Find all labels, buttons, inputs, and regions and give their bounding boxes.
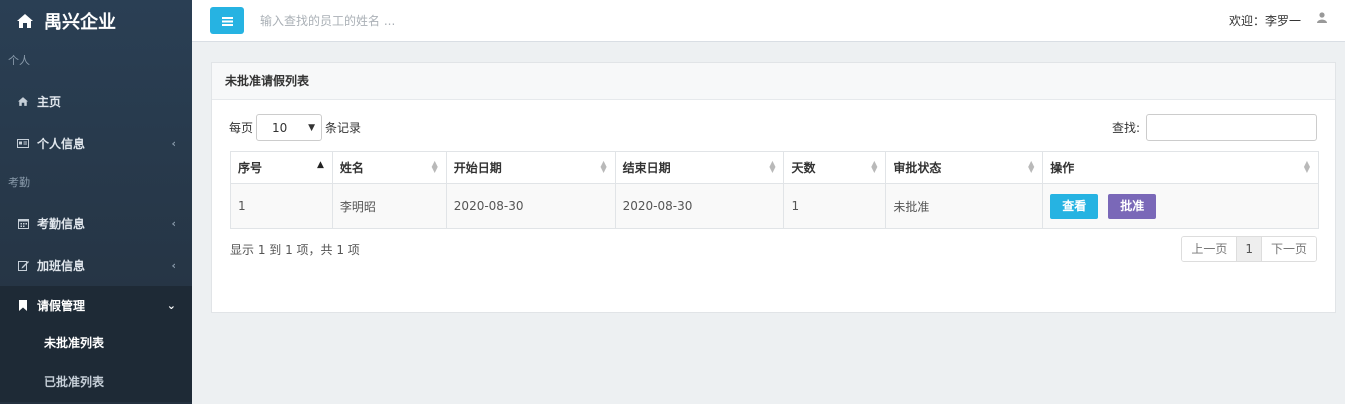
column-label: 审批状态 (893, 161, 942, 175)
bookmark-icon (17, 299, 29, 311)
sidebar-subitem-approved[interactable]: 已批准列表 (0, 363, 192, 402)
employee-search-input[interactable] (260, 13, 660, 28)
sidebar-item-leave[interactable]: 请假管理 ⌄ (0, 286, 192, 324)
edit-icon (17, 260, 29, 271)
hamburger-icon (221, 13, 233, 29)
sort-icon: ▲ ▼ (1303, 159, 1310, 174)
chevron-down-icon: ⌄ (166, 298, 176, 312)
leave-table: 序号 ▲ 姓名 ▲ ▼ 开始日期 ▲ ▼ 结束日期 ▲ ▼ 天数 ▲ ▼ 审批状态 ▲ ▼ 操作 ▲ ▼ … (230, 151, 1319, 229)
leave-list-panel: 未批准请假列表 每页 10 ▼ 条记录 查找: 序号 ▲ 姓名 ▲ ▼ 开始日期 ▲ ▼ … (211, 62, 1336, 313)
column-header-id[interactable]: 序号 ▲ (230, 151, 333, 184)
leave-submenu: 未批准列表 已批准列表 (0, 324, 192, 402)
cell-name: 李明昭 (331, 183, 447, 229)
sidebar-subitem-unapproved[interactable]: 未批准列表 (0, 324, 192, 363)
topbar: 欢迎：李罗一 (192, 0, 1345, 42)
table-filter: 查找: (1112, 114, 1317, 141)
cell-id: 1 (230, 183, 333, 229)
section-label-attendance: 考勤 (8, 176, 30, 189)
sidebar-item-label: 加班信息 (37, 258, 86, 273)
user-icon[interactable] (1317, 12, 1327, 26)
sidebar-item-label: 个人信息 (37, 136, 86, 151)
id-card-icon (17, 138, 29, 148)
column-label: 操作 (1050, 161, 1075, 175)
length-suffix: 条记录 (325, 121, 362, 135)
caret-down-icon: ▼ (308, 122, 316, 133)
sidebar: 禺兴企业 个人 主页 个人信息 ‹ 考勤 考勤信息 ‹ 加班信息 ‹ 请假管理 … (0, 0, 192, 404)
view-button[interactable]: 查看 (1050, 193, 1099, 219)
column-label: 天数 (791, 161, 816, 175)
column-header-status[interactable]: 审批状态 ▲ ▼ (885, 151, 1044, 184)
cell-status: 未批准 (885, 183, 1044, 229)
sort-icon: ▲ ▼ (431, 159, 438, 174)
approve-button[interactable]: 批准 (1108, 193, 1157, 219)
table-info: 显示 1 到 1 项，共 1 项 (230, 243, 360, 257)
cell-actions: 查看 批准 (1042, 183, 1319, 229)
home-icon (17, 96, 29, 106)
menu-toggle-button[interactable] (210, 7, 244, 34)
pagination: 上一页 1 下一页 (1181, 236, 1317, 262)
page-length-value: 10 (272, 120, 288, 135)
column-header-name[interactable]: 姓名 ▲ ▼ (331, 151, 447, 184)
table-row: 1 李明昭 2020-08-30 2020-08-30 1 未批准 查看 批准 (230, 183, 1319, 229)
page-1-button[interactable]: 1 (1236, 237, 1261, 261)
table-header-row: 序号 ▲ 姓名 ▲ ▼ 开始日期 ▲ ▼ 结束日期 ▲ ▼ 天数 ▲ ▼ 审批状态 ▲ ▼ 操作 ▲ ▼ (230, 151, 1319, 184)
brand-title: 禺兴企业 (44, 12, 116, 33)
sidebar-item-attendance[interactable]: 考勤信息 ‹ (0, 202, 192, 244)
prev-page-button[interactable]: 上一页 (1182, 237, 1237, 261)
column-label: 姓名 (339, 161, 364, 175)
cell-end-date: 2020-08-30 (614, 183, 785, 229)
home-icon (17, 14, 35, 28)
sidebar-item-label: 主页 (37, 94, 62, 109)
column-label: 结束日期 (622, 161, 671, 175)
chevron-left-icon: ‹ (171, 136, 176, 150)
column-label: 序号 (238, 161, 263, 175)
length-prefix: 每页 (229, 121, 254, 135)
chevron-left-icon: ‹ (171, 216, 176, 230)
column-label: 开始日期 (453, 161, 502, 175)
page-length-select[interactable]: 10 ▼ (256, 114, 323, 141)
sort-icon: ▲ ▼ (1028, 159, 1035, 174)
page-length-control: 每页 10 ▼ 条记录 (229, 114, 361, 141)
section-label-personal: 个人 (8, 54, 30, 67)
sidebar-item-home[interactable]: 主页 (0, 80, 192, 122)
chevron-left-icon: ‹ (171, 258, 176, 272)
sort-icon: ▲ ▼ (871, 159, 878, 174)
sidebar-item-profile[interactable]: 个人信息 ‹ (0, 122, 192, 164)
sort-icon: ▲ ▼ (769, 159, 776, 174)
sidebar-item-label: 请假管理 (37, 298, 86, 313)
filter-label: 查找: (1111, 121, 1140, 135)
brand[interactable]: 禺兴企业 (0, 0, 192, 42)
sort-asc-icon: ▲ (316, 160, 324, 170)
column-header-start-date[interactable]: 开始日期 ▲ ▼ (445, 151, 616, 184)
sidebar-item-overtime[interactable]: 加班信息 ‹ (0, 244, 192, 286)
cell-days: 1 (783, 183, 887, 229)
calendar-icon (17, 218, 29, 229)
column-header-end-date[interactable]: 结束日期 ▲ ▼ (614, 151, 785, 184)
next-page-button[interactable]: 下一页 (1260, 237, 1316, 261)
sidebar-item-label: 考勤信息 (37, 216, 86, 231)
cell-start-date: 2020-08-30 (445, 183, 616, 229)
welcome-text[interactable]: 欢迎：李罗一 (1229, 12, 1301, 29)
table-search-input[interactable] (1146, 114, 1317, 141)
column-header-actions[interactable]: 操作 ▲ ▼ (1042, 151, 1319, 184)
sort-icon: ▲ ▼ (600, 159, 607, 174)
column-header-days[interactable]: 天数 ▲ ▼ (783, 151, 887, 184)
panel-title: 未批准请假列表 (212, 63, 1335, 100)
